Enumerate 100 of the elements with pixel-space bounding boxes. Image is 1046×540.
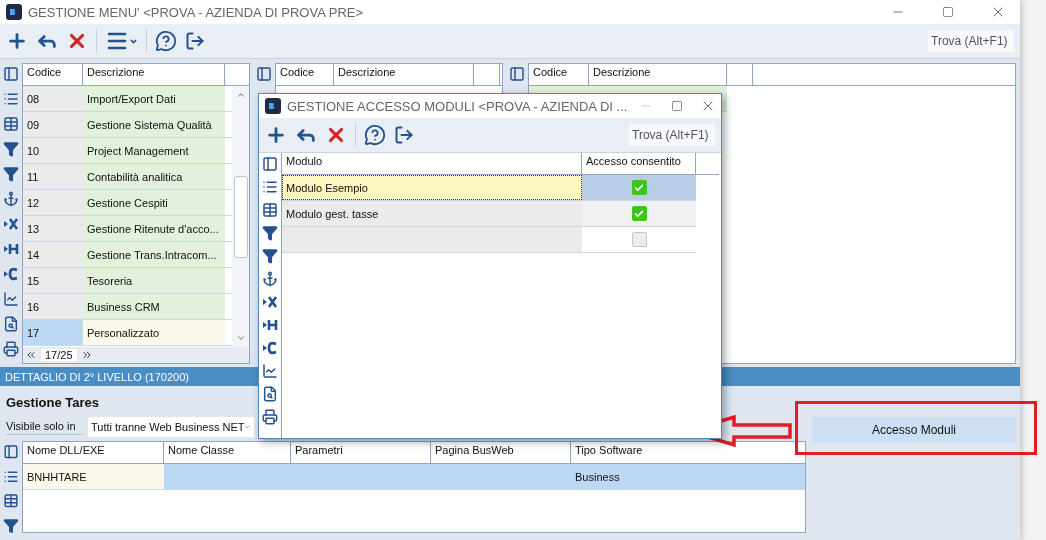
table-cell: 08: [23, 86, 83, 111]
table-icon[interactable]: [3, 493, 19, 509]
grid-row[interactable]: 16 Business CRM: [23, 294, 232, 320]
print-icon[interactable]: [262, 409, 278, 425]
column-header[interactable]: Parametri: [291, 442, 431, 463]
table-icon[interactable]: [262, 202, 278, 218]
scroll-down-icon: [235, 333, 246, 343]
grid-row[interactable]: 10 Project Management: [23, 138, 232, 164]
table-cell: 11: [23, 164, 83, 189]
grid-row[interactable]: 17 Personalizzato: [23, 320, 232, 346]
column-header[interactable]: Nome DLL/EXE: [23, 442, 164, 463]
table-cell: 10: [23, 138, 83, 163]
table-cell-text: Business: [574, 469, 621, 485]
window-title: GESTIONE ACCESSO MODULI <PROVA - AZIENDA DI ...: [287, 98, 628, 114]
pointer-x-icon[interactable]: [3, 216, 19, 232]
columns-icon[interactable]: [262, 156, 278, 172]
filter-icon[interactable]: [262, 248, 278, 264]
help-button[interactable]: [155, 30, 177, 52]
search-field[interactable]: Trova (Alt+F1): [629, 124, 715, 146]
filter-icon[interactable]: [3, 517, 19, 533]
pointer-c-icon[interactable]: [262, 340, 278, 356]
pointer-h-icon[interactable]: [3, 241, 19, 257]
grid-row[interactable]: 12 Gestione Cespiti: [23, 190, 232, 216]
column-header[interactable]: Tipo Software: [571, 442, 805, 463]
app-logo-icon: [265, 98, 281, 114]
access-modules-button[interactable]: Accesso Moduli: [812, 417, 1016, 443]
window-title: GESTIONE MENU' <PROVA - AZIENDA DI PROVA PRE>: [28, 4, 365, 20]
columns-icon[interactable]: [3, 444, 19, 460]
columns-icon[interactable]: [3, 66, 19, 82]
column-header[interactable]: Descrizione: [589, 64, 727, 85]
grid-row[interactable]: Modulo Esempio: [282, 175, 696, 201]
column-header[interactable]: Codice: [23, 64, 83, 85]
scroll-up-icon: [235, 90, 246, 100]
column-header[interactable]: Pagina BusWeb: [431, 442, 571, 463]
last-record-button[interactable]: [80, 349, 93, 361]
column-header[interactable]: Modulo: [282, 153, 582, 174]
maximize-icon: [942, 6, 954, 18]
grid-row[interactable]: BNHHTARE Business: [23, 464, 805, 490]
table-cell: Gestione Ritenute d'acco...: [83, 216, 225, 241]
table-cell: Import/Export Dati: [83, 86, 225, 111]
first-record-button[interactable]: [25, 349, 37, 361]
add-button[interactable]: [6, 30, 28, 52]
checkmark-icon: [634, 208, 644, 219]
checkbox[interactable]: [631, 206, 647, 221]
list-icon[interactable]: [262, 179, 278, 195]
exit-button[interactable]: [394, 125, 414, 145]
help-button[interactable]: [364, 124, 386, 146]
list-icon[interactable]: [3, 91, 19, 107]
preview-icon[interactable]: [262, 386, 278, 402]
columns-icon[interactable]: [256, 66, 272, 82]
checkmark-icon: [634, 182, 644, 193]
app-logo-icon: [6, 4, 22, 20]
pointer-c-icon[interactable]: [3, 266, 19, 282]
filter-icon[interactable]: [3, 141, 19, 157]
record-counter: 17/25: [41, 349, 77, 361]
column-header[interactable]: Nome Classe: [164, 442, 291, 463]
table-cell: 15: [23, 268, 83, 293]
field-label: Visibile solo in: [6, 419, 84, 435]
table-icon[interactable]: [3, 116, 19, 132]
search-field[interactable]: Trova (Alt+F1): [928, 30, 1014, 52]
grid-row[interactable]: 09 Gestione Sistema Qualità: [23, 112, 232, 138]
table-cell: Gestione Trans.Intracom...: [83, 242, 225, 267]
grid-row[interactable]: 14 Gestione Trans.Intracom...: [23, 242, 232, 268]
grid-row[interactable]: 13 Gestione Ritenute d'acco...: [23, 216, 232, 242]
table-cell: Modulo gest. tasse: [282, 201, 582, 226]
pointer-x-icon[interactable]: [262, 294, 278, 310]
grid-row[interactable]: Modulo gest. tasse: [282, 201, 696, 227]
preview-icon[interactable]: [3, 316, 19, 332]
vertical-scrollbar[interactable]: [232, 86, 249, 347]
grid-row[interactable]: 08 Import/Export Dati: [23, 86, 232, 112]
exit-button[interactable]: [185, 31, 205, 51]
filter-icon[interactable]: [3, 166, 19, 182]
visibility-dropdown[interactable]: Tutti tranne Web Business NET: [88, 417, 254, 437]
anchor-icon[interactable]: [3, 191, 19, 207]
section-title: Gestione Tares: [6, 395, 99, 410]
column-header[interactable]: Codice: [276, 64, 334, 85]
table-cell: Project Management: [83, 138, 225, 163]
add-button[interactable]: [265, 124, 287, 146]
column-header[interactable]: Descrizione: [83, 64, 225, 85]
table-cell: Tesoreria: [83, 268, 225, 293]
grid-row[interactable]: 15 Tesoreria: [23, 268, 232, 294]
table-cell: Personalizzato: [83, 320, 225, 345]
table-cell: 09: [23, 112, 83, 137]
print-icon[interactable]: [3, 341, 19, 357]
column-header[interactable]: Descrizione: [334, 64, 474, 85]
filter-icon[interactable]: [262, 225, 278, 241]
checkbox[interactable]: [631, 232, 647, 247]
chart-icon[interactable]: [3, 291, 19, 307]
table-cell: BNHHTARE: [23, 464, 164, 489]
table-cell: Contabilità analitica: [83, 164, 225, 189]
table-cell: Gestione Sistema Qualità: [83, 112, 225, 137]
grid-row[interactable]: 11 Contabilità analitica: [23, 164, 232, 190]
pointer-h-icon[interactable]: [262, 317, 278, 333]
chart-icon[interactable]: [262, 363, 278, 379]
columns-icon[interactable]: [509, 66, 525, 82]
column-header[interactable]: Codice: [529, 64, 589, 85]
maximize-icon: [671, 100, 684, 112]
checkbox[interactable]: [631, 180, 647, 195]
column-header[interactable]: Accesso consentito: [582, 153, 696, 174]
anchor-icon[interactable]: [262, 271, 278, 287]
